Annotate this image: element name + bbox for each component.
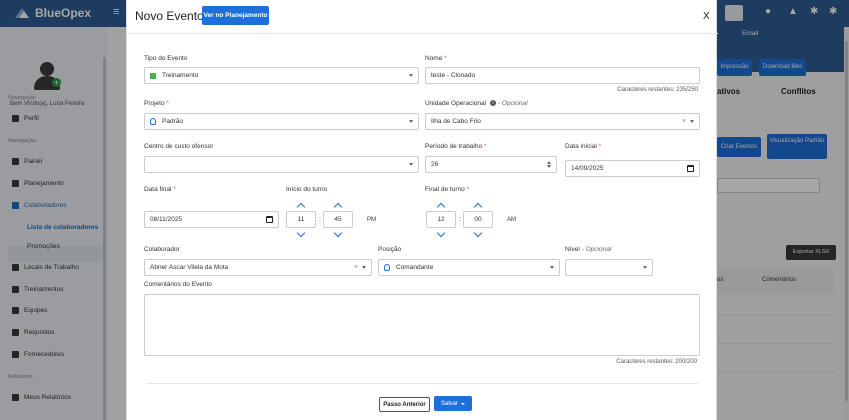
project-value: Padrão	[162, 118, 183, 125]
start-date-label: Data inicial *	[565, 143, 602, 150]
clear-icon[interactable]: ×	[354, 264, 358, 271]
comments-label: Comentários do Evento	[144, 281, 212, 288]
start-date-input[interactable]: 14/09/2025	[565, 160, 700, 177]
name-char-counter: Caracteres restantes: 235/250	[617, 87, 698, 93]
shift-end-minute-down-icon[interactable]	[473, 228, 483, 238]
work-period-label: Período de trabalho *	[425, 143, 487, 150]
level-label: Nível - Opcional	[565, 246, 612, 253]
name-input[interactable]: teste - Clonado	[425, 67, 700, 84]
save-button[interactable]: Salvar	[434, 396, 472, 411]
chevron-down-icon	[409, 74, 413, 77]
operational-unit-value: Ilha de Cabo Frio	[431, 118, 481, 125]
cost-center-label: Centro de custo ofensor	[144, 143, 214, 150]
time-separator: :	[459, 216, 461, 223]
shift-end-minute-up-icon[interactable]	[473, 202, 483, 212]
chevron-down-icon	[461, 402, 465, 405]
position-label: Posição	[378, 246, 402, 253]
shift-start-label: Início do turno	[286, 186, 328, 193]
chevron-down-icon	[643, 266, 647, 269]
shift-end-hour-up-icon[interactable]	[436, 202, 446, 212]
shift-end-hour-down-icon[interactable]	[436, 228, 446, 238]
event-type-label: Tipo do Evento	[144, 55, 188, 62]
end-date-label: Data final *	[144, 186, 176, 193]
chevron-down-icon	[550, 266, 554, 269]
chevron-down-icon	[362, 266, 366, 269]
shift-start-hour-up-icon[interactable]	[296, 202, 306, 212]
project-select[interactable]: Padrão	[144, 113, 419, 130]
modal-title: Novo Evento	[135, 9, 204, 23]
clear-icon[interactable]: ×	[682, 118, 686, 125]
employee-select[interactable]: Abner Ascar Vilela da Mota ×	[144, 259, 372, 276]
view-in-planning-button[interactable]: Ver no Planejamento	[202, 6, 269, 25]
training-color-icon	[150, 72, 156, 79]
end-date-value: 08/11/2025	[150, 216, 183, 223]
chevron-down-icon	[409, 163, 413, 166]
work-period-input[interactable]: 26	[425, 156, 557, 173]
comments-char-counter: Caracteres restantes: 200/200	[616, 359, 697, 365]
operational-unit-label: Unidade Operacional i- Opcional	[425, 100, 528, 107]
comments-textarea[interactable]	[144, 294, 700, 356]
calendar-icon[interactable]	[266, 216, 273, 223]
level-select[interactable]	[565, 259, 653, 276]
new-event-modal: Novo Evento Ver no Planejamento X Tipo d…	[126, 0, 718, 420]
modal-header-divider	[127, 33, 718, 34]
shift-start-hour-input[interactable]: 11	[286, 211, 316, 228]
previous-step-button[interactable]: Passo Anterior	[379, 397, 430, 412]
cost-center-select[interactable]	[144, 156, 419, 173]
position-value: Comandante	[396, 264, 434, 271]
modal-footer-divider	[147, 383, 698, 384]
end-date-input[interactable]: 08/11/2025	[144, 211, 279, 228]
event-type-select[interactable]: Treinamento	[144, 67, 419, 84]
operational-unit-select[interactable]: Ilha de Cabo Frio ×	[425, 113, 700, 130]
position-icon	[384, 264, 390, 271]
shift-start-period-toggle[interactable]: PM	[367, 217, 376, 223]
shift-start-hour-down-icon[interactable]	[296, 228, 306, 238]
shift-end-hour-input[interactable]: 12	[426, 211, 456, 228]
shift-start-minute-up-icon[interactable]	[333, 202, 343, 212]
work-period-value: 26	[431, 161, 439, 168]
shift-end-label: Final de turno *	[425, 186, 470, 193]
start-date-value: 14/09/2025	[571, 165, 604, 172]
time-separator: :	[319, 216, 321, 223]
chevron-down-icon	[409, 120, 413, 123]
project-icon	[150, 118, 156, 125]
shift-start-minute-input[interactable]: 45	[323, 211, 353, 228]
employee-label: Colaborador	[144, 246, 180, 253]
number-spinner-icon[interactable]	[547, 161, 551, 168]
employee-value: Abner Ascar Vilela da Mota	[150, 264, 229, 271]
name-value: teste - Clonado	[431, 72, 476, 79]
info-icon[interactable]: i	[489, 100, 496, 107]
calendar-icon[interactable]	[687, 165, 694, 172]
shift-start-minute-down-icon[interactable]	[333, 228, 343, 238]
chevron-down-icon	[690, 120, 694, 123]
shift-end-period-toggle[interactable]: AM	[507, 217, 516, 223]
event-type-value: Treinamento	[162, 72, 199, 79]
shift-end-minute-input[interactable]: 00	[463, 211, 493, 228]
position-select[interactable]: Comandante	[378, 259, 560, 276]
project-label: Projeto *	[144, 100, 169, 107]
name-label: Nome *	[425, 55, 447, 62]
close-button[interactable]: X	[703, 11, 710, 22]
